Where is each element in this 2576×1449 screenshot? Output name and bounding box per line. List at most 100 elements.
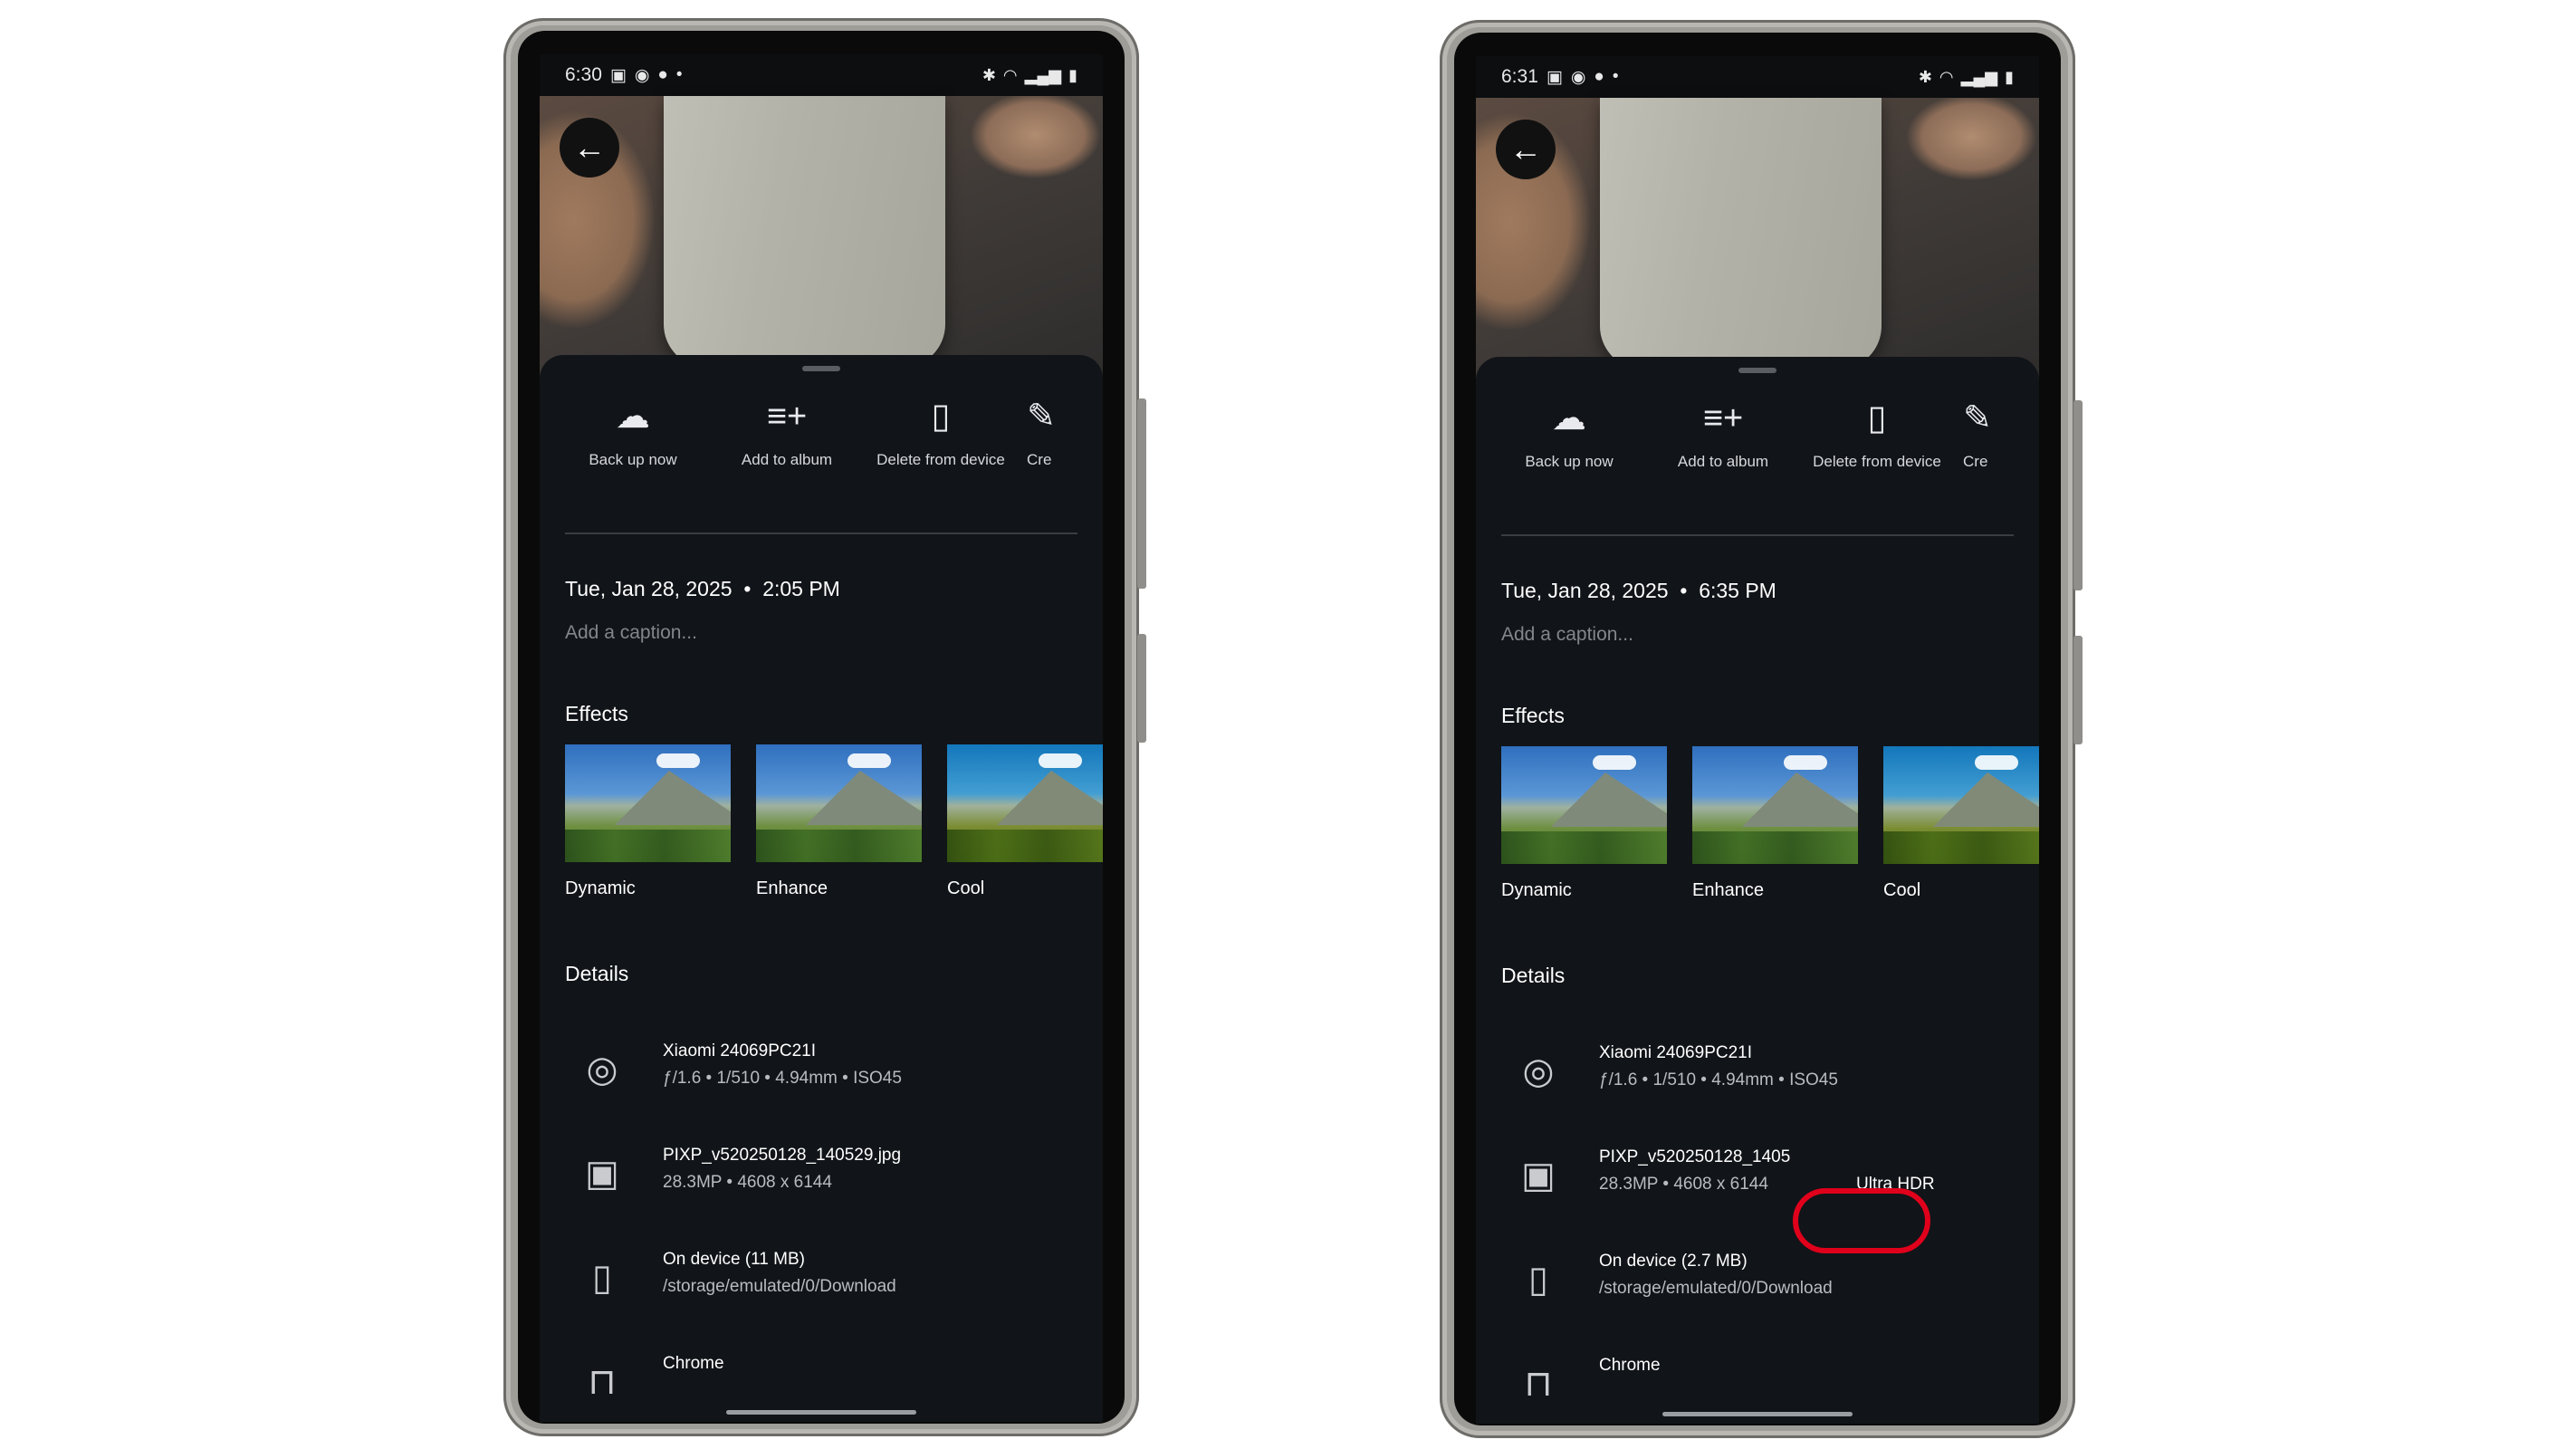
separator-dot: • xyxy=(1673,579,1693,602)
sheet-handle[interactable] xyxy=(802,366,840,371)
effect-label: Enhance xyxy=(1692,880,1764,900)
effect-enhance[interactable]: Enhance xyxy=(756,744,922,899)
effects-row: Dynamic Enhance Cool xyxy=(1501,746,2039,927)
effects-heading: Effects xyxy=(565,702,628,725)
gallery-notification-icon: ▣ xyxy=(1546,67,1563,87)
time-text: 2:05 PM xyxy=(762,577,840,600)
arrow-left-icon: ← xyxy=(1509,130,1542,168)
photo-subject xyxy=(663,96,945,368)
bluetooth-icon: ✱ xyxy=(1918,67,1932,86)
effect-thumbnail xyxy=(947,744,1103,862)
gesture-bar[interactable] xyxy=(726,1410,916,1415)
effects-heading: Effects xyxy=(1501,704,1565,727)
delete-from-device-button[interactable]: ▯ Delete from device xyxy=(873,395,1009,469)
aperture-icon: ◎ xyxy=(1522,1051,1555,1091)
wifi-icon: ◠ xyxy=(1002,65,1018,84)
storage-path: /storage/emulated/0/Download xyxy=(1599,1279,1833,1298)
battery-icon: ▮ xyxy=(1068,65,1077,84)
phone-right: 6:31 ▣ ◉ ● • ✱ ◠ ▂▄▆ ▮ ← ☁ Back up now ≡… xyxy=(1440,20,2083,1438)
details-heading: Details xyxy=(1501,964,1566,987)
date-time[interactable]: Tue, Jan 28, 2025 • 2:05 PM xyxy=(565,577,840,601)
messenger-notification-icon: ◉ xyxy=(1570,67,1586,87)
effect-thumbnail xyxy=(1692,746,1858,864)
delete-from-device-button[interactable]: ▯ Delete from device xyxy=(1809,397,1945,471)
side-button xyxy=(1137,398,1146,589)
delete-label: Delete from device xyxy=(1813,453,1941,470)
signal-icon: ▂▄▆ xyxy=(1024,65,1062,84)
effect-label: Dynamic xyxy=(1501,880,1572,900)
effect-thumbnail xyxy=(565,744,731,862)
create-icon: ✎ xyxy=(1027,398,1056,436)
create-label: Cre xyxy=(1027,451,1052,468)
backup-button[interactable]: ☁ Back up now xyxy=(1501,397,1637,471)
smartphone-icon: ▯ xyxy=(591,1258,612,1298)
effect-thumbnail xyxy=(1501,746,1667,864)
backup-button[interactable]: ☁ Back up now xyxy=(565,395,701,469)
back-button[interactable]: ← xyxy=(1496,120,1556,179)
camera-specs: ƒ/1.6 • 1/510 • 4.94mm • ISO45 xyxy=(663,1069,902,1088)
file-name: PIXP_v520250128_140529.jpg xyxy=(663,1146,902,1165)
date-text: Tue, Jan 28, 2025 xyxy=(1501,579,1669,602)
action-row: ☁ Back up now ≡+ Add to album ▯ Delete f… xyxy=(1501,397,2039,505)
effect-enhance[interactable]: Enhance xyxy=(1692,746,1858,901)
photo-subject xyxy=(1599,98,1882,369)
create-label: Cre xyxy=(1963,453,1988,470)
phone-screen: 6:31 ▣ ◉ ● • ✱ ◠ ▂▄▆ ▮ ← ☁ Back up now ≡… xyxy=(1476,56,2039,1424)
folder-name: Chrome xyxy=(1599,1356,1661,1375)
smartphone-icon: ▯ xyxy=(1527,1260,1548,1300)
storage-path: /storage/emulated/0/Download xyxy=(663,1277,896,1296)
add-to-album-button[interactable]: ≡+ Add to album xyxy=(1655,397,1791,471)
app-notification-icon: ● xyxy=(657,65,668,84)
side-button xyxy=(1137,634,1146,743)
file-name: PIXP_v520250128_1405 xyxy=(1599,1147,1791,1166)
cloud-upload-icon: ☁ xyxy=(1552,399,1586,437)
effect-label: Cool xyxy=(947,878,985,898)
add-to-album-button[interactable]: ≡+ Add to album xyxy=(719,395,855,469)
signal-icon: ▂▄▆ xyxy=(1960,67,1998,86)
ultra-hdr-highlight-circle xyxy=(1793,1188,1930,1253)
file-specs: 28.3MP • 4608 x 6144 xyxy=(663,1173,832,1192)
status-time: 6:31 xyxy=(1501,66,1538,87)
more-notifications-icon: • xyxy=(675,65,683,84)
effects-row: Dynamic Enhance Cool xyxy=(565,744,1103,926)
status-time: 6:30 xyxy=(565,64,602,85)
backup-label: Back up now xyxy=(1525,453,1614,470)
effect-dynamic[interactable]: Dynamic xyxy=(565,744,731,899)
caption-input[interactable]: Add a caption... xyxy=(1501,624,1633,646)
divider xyxy=(565,533,1077,534)
create-button[interactable]: ✎ Cre xyxy=(1027,395,1090,469)
phone-left: 6:30 ▣ ◉ ● • ✱ ◠ ▂▄▆ ▮ ← ☁ Back up now ≡… xyxy=(503,18,1146,1436)
details-heading: Details xyxy=(565,962,629,985)
effect-label: Cool xyxy=(1883,880,1921,900)
playlist-add-icon: ≡+ xyxy=(1702,399,1744,437)
gallery-notification-icon: ▣ xyxy=(609,65,627,85)
arrow-left-icon: ← xyxy=(573,129,606,166)
side-button xyxy=(2073,400,2083,590)
create-button[interactable]: ✎ Cre xyxy=(1963,397,2026,471)
effect-thumbnail xyxy=(756,744,922,862)
storage-size: On device (2.7 MB) xyxy=(1599,1252,1748,1271)
folder-icon: ⊓ xyxy=(588,1362,617,1402)
info-sheet: ☁ Back up now ≡+ Add to album ▯ Delete f… xyxy=(540,355,1103,1422)
status-bar: 6:31 ▣ ◉ ● • ✱ ◠ ▂▄▆ ▮ xyxy=(1476,56,2039,98)
gesture-bar[interactable] xyxy=(1662,1412,1853,1416)
camera-details-row: ◎ Xiaomi 24069PC21I ƒ/1.6 • 1/510 • 4.94… xyxy=(1501,1043,2039,1116)
date-time[interactable]: Tue, Jan 28, 2025 • 6:35 PM xyxy=(1501,579,1776,603)
storage-size: On device (11 MB) xyxy=(663,1250,805,1269)
camera-details-row: ◎ Xiaomi 24069PC21I ƒ/1.6 • 1/510 • 4.94… xyxy=(565,1041,1103,1114)
create-icon: ✎ xyxy=(1963,399,1992,437)
folder-name: Chrome xyxy=(663,1354,724,1373)
playlist-add-icon: ≡+ xyxy=(766,398,808,436)
more-notifications-icon: • xyxy=(1612,67,1619,86)
back-button[interactable]: ← xyxy=(560,118,619,178)
app-notification-icon: ● xyxy=(1594,67,1604,86)
image-icon: ▣ xyxy=(1521,1156,1556,1195)
time-text: 6:35 PM xyxy=(1699,579,1776,602)
messenger-notification-icon: ◉ xyxy=(634,65,650,85)
sheet-handle[interactable] xyxy=(1738,368,1776,373)
effect-dynamic[interactable]: Dynamic xyxy=(1501,746,1667,901)
aperture-icon: ◎ xyxy=(586,1050,618,1089)
caption-input[interactable]: Add a caption... xyxy=(565,622,697,644)
effect-cool[interactable]: Cool xyxy=(1883,746,2039,901)
effect-cool[interactable]: Cool xyxy=(947,744,1103,899)
